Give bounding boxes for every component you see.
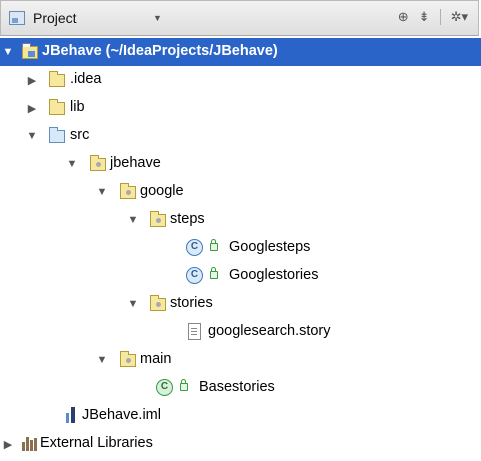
tree-row-lib[interactable]: ▶ lib [0, 94, 481, 122]
expanded-arrow-icon[interactable]: ▼ [2, 46, 14, 58]
expanded-arrow-icon[interactable]: ▼ [26, 130, 38, 142]
folder-icon [48, 71, 65, 87]
tree-label-root: JBehave (~/IdeaProjects/JBehave) [42, 43, 278, 59]
tree-row-story-file[interactable]: googlesearch.story [0, 318, 481, 346]
header-actions: ⊕ ⇟ ✲▾ [398, 9, 468, 25]
tree-label-idea: .idea [70, 71, 102, 87]
chevron-down-icon[interactable]: ▼ [153, 13, 162, 23]
tree-row-google[interactable]: ▼ google [0, 178, 481, 206]
tree-label-stories: stories [170, 295, 213, 311]
tree-row-iml[interactable]: JBehave.iml [0, 402, 481, 430]
tree-label-googlestories: Googlestories [229, 267, 319, 283]
tree-row-main[interactable]: ▼ main [0, 346, 481, 374]
collapsed-arrow-icon[interactable]: ▶ [2, 438, 14, 451]
tree-label-main: main [140, 351, 172, 367]
class-icon: C [186, 239, 203, 256]
project-tool-window: Project ▼ ⊕ ⇟ ✲▾ ▼ JBehave (~/IdeaProjec… [0, 0, 481, 461]
tree-row-googlestories[interactable]: C Googlestories [0, 262, 481, 290]
libraries-icon [22, 436, 38, 451]
tree-row-external-libraries[interactable]: ▶ External Libraries [0, 430, 481, 458]
expanded-arrow-icon[interactable]: ▼ [127, 298, 139, 310]
package-icon [149, 211, 166, 227]
lock-icon [210, 267, 218, 279]
tree-row-src[interactable]: ▼ src [0, 122, 481, 150]
expanded-arrow-icon[interactable]: ▼ [66, 158, 78, 170]
tree-label-story-file: googlesearch.story [208, 323, 331, 339]
tree-label-jbehave: jbehave [110, 155, 161, 171]
lock-icon [180, 379, 188, 391]
package-icon [89, 155, 106, 171]
tree-row-googlesteps[interactable]: C Googlesteps [0, 234, 481, 262]
project-folder-icon [21, 43, 38, 59]
collapsed-arrow-icon[interactable]: ▶ [26, 102, 38, 115]
view-selector[interactable]: Project [9, 10, 77, 26]
tree-label-src: src [70, 127, 90, 143]
tree-label-iml: JBehave.iml [82, 407, 161, 423]
gear-icon[interactable]: ✲▾ [451, 9, 468, 25]
source-folder-icon [48, 127, 65, 143]
package-icon [119, 351, 136, 367]
lock-icon [210, 239, 218, 251]
tree-row-jbehave[interactable]: ▼ jbehave [0, 150, 481, 178]
tree-label-googlesteps: Googlesteps [229, 239, 311, 255]
package-icon [149, 295, 166, 311]
expanded-arrow-icon[interactable]: ▼ [96, 354, 108, 366]
tree-label-external-libraries: External Libraries [40, 435, 153, 451]
tree-label-google: google [140, 183, 184, 199]
runnable-class-icon: C [186, 267, 203, 284]
view-title: Project [33, 10, 77, 26]
expanded-arrow-icon[interactable]: ▼ [96, 186, 108, 198]
tree-label-lib: lib [70, 99, 85, 115]
project-view-icon [9, 11, 25, 25]
tree-label-steps: steps [170, 211, 205, 227]
text-file-icon [188, 323, 201, 340]
tree-row-steps[interactable]: ▼ steps [0, 206, 481, 234]
tree-row-basestories[interactable]: C Basestories [0, 374, 481, 402]
tree-label-basestories: Basestories [199, 379, 275, 395]
collapse-icon[interactable]: ⇟ [419, 9, 430, 25]
target-icon[interactable]: ⊕ [398, 9, 409, 25]
expanded-arrow-icon[interactable]: ▼ [127, 214, 139, 226]
tree-row-stories[interactable]: ▼ stories [0, 290, 481, 318]
project-panel-header: Project ▼ ⊕ ⇟ ✲▾ [0, 0, 479, 36]
package-icon [119, 183, 136, 199]
tree-row-idea[interactable]: ▶ .idea [0, 66, 481, 94]
module-file-icon [66, 407, 80, 424]
tree-row-root[interactable]: ▼ JBehave (~/IdeaProjects/JBehave) [0, 38, 481, 66]
runnable-class-icon: C [156, 379, 173, 396]
collapsed-arrow-icon[interactable]: ▶ [26, 74, 38, 87]
folder-icon [48, 99, 65, 115]
separator [439, 9, 441, 25]
